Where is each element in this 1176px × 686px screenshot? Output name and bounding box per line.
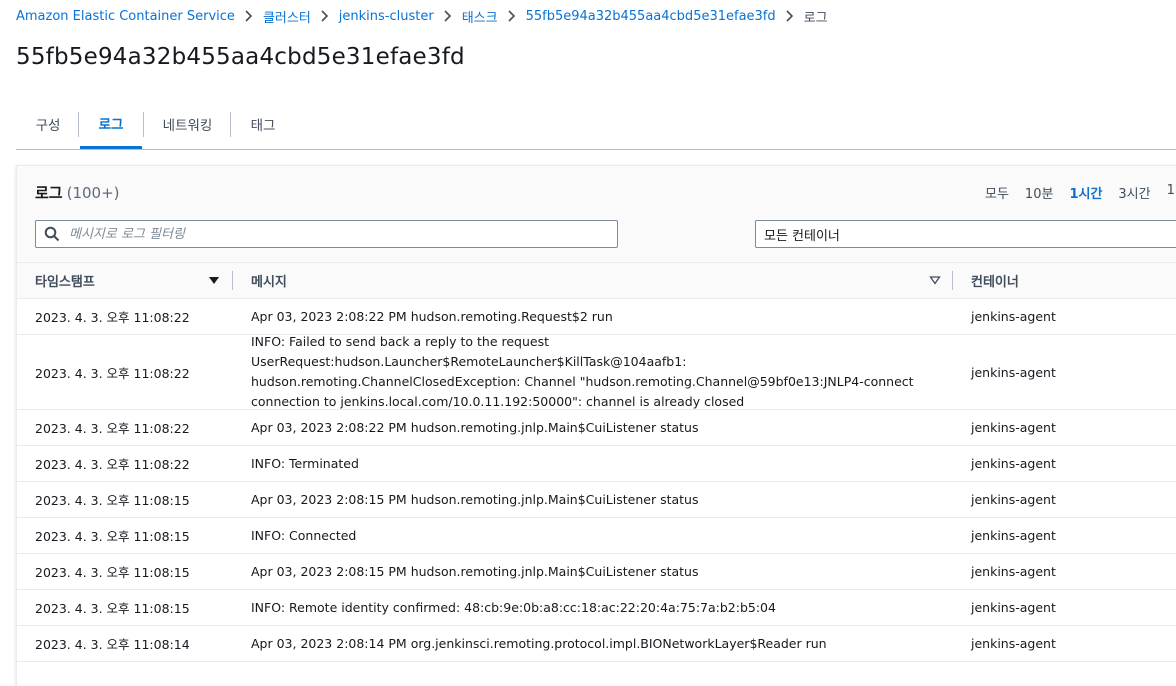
log-table-body: 2023. 4. 3. 오후 11:08:22 Apr 03, 2023 2:0… xyxy=(17,299,1176,662)
logs-title: 로그 (100+) xyxy=(35,182,120,203)
message-cell: Apr 03, 2023 2:08:15 PM hudson.remoting.… xyxy=(251,563,699,579)
message-cell: INFO: Terminated xyxy=(251,455,359,471)
timestamp-cell: 2023. 4. 3. 오후 11:08:15 xyxy=(35,565,190,580)
page-title: 55fb5e94a32b455aa4cbd5e31efae3fd xyxy=(16,44,465,70)
container-cell: jenkins-agent xyxy=(971,564,1056,579)
logs-panel-header: 로그(100+) 모두 10분 1시간 3시간 1 모든 컨테이너 xyxy=(17,166,1176,263)
column-header-container[interactable]: 컨테이너 xyxy=(971,263,1019,298)
tab-configuration[interactable]: 구성 xyxy=(34,100,62,148)
timestamp-cell: 2023. 4. 3. 오후 11:08:22 xyxy=(35,421,190,436)
container-cell: jenkins-agent xyxy=(971,420,1056,435)
tab-divider xyxy=(230,112,231,137)
container-select[interactable]: 모든 컨테이너 xyxy=(755,220,1176,248)
sort-descending-icon[interactable] xyxy=(208,274,220,286)
timestamp-cell: 2023. 4. 3. 오후 11:08:15 xyxy=(35,493,190,508)
container-cell: jenkins-agent xyxy=(971,636,1056,651)
search-icon xyxy=(44,226,60,242)
chevron-right-icon xyxy=(444,10,451,22)
table-row[interactable]: 2023. 4. 3. 오후 11:08:15 INFO: Connected … xyxy=(17,518,1176,554)
time-range-10m[interactable]: 10분 xyxy=(1025,183,1054,202)
container-cell: jenkins-agent xyxy=(971,309,1056,324)
chevron-right-icon xyxy=(321,10,328,22)
table-row[interactable]: 2023. 4. 3. 오후 11:08:15 INFO: Remote ide… xyxy=(17,590,1176,626)
column-header-timestamp[interactable]: 타임스탬프 xyxy=(35,263,95,298)
timestamp-cell: 2023. 4. 3. 오후 11:08:22 xyxy=(35,365,190,381)
table-row[interactable]: 2023. 4. 3. 오후 11:08:22 Apr 03, 2023 2:0… xyxy=(17,299,1176,335)
container-cell: jenkins-agent xyxy=(971,492,1056,507)
column-divider[interactable] xyxy=(952,271,953,290)
container-select-value: 모든 컨테이너 xyxy=(764,228,840,244)
timestamp-cell: 2023. 4. 3. 오후 11:08:15 xyxy=(35,601,190,616)
container-cell: jenkins-agent xyxy=(971,456,1056,471)
container-cell: jenkins-agent xyxy=(971,364,1056,380)
column-header-message[interactable]: 메시지 xyxy=(251,263,287,298)
breadcrumb-clusters[interactable]: 클러스터 xyxy=(263,7,311,26)
table-row[interactable]: 2023. 4. 3. 오후 11:08:14 Apr 03, 2023 2:0… xyxy=(17,626,1176,662)
breadcrumb-ecs[interactable]: Amazon Elastic Container Service xyxy=(16,9,235,24)
table-row[interactable]: 2023. 4. 3. 오후 11:08:15 Apr 03, 2023 2:0… xyxy=(17,482,1176,518)
tab-divider xyxy=(143,112,144,137)
logs-title-text: 로그 xyxy=(35,184,63,202)
logs-count: (100+) xyxy=(66,184,120,202)
timestamp-cell: 2023. 4. 3. 오후 11:08:22 xyxy=(35,457,190,472)
time-range-more[interactable]: 1 xyxy=(1167,183,1175,202)
breadcrumb-current: 로그 xyxy=(803,10,828,26)
chevron-right-icon xyxy=(786,10,793,22)
table-row[interactable]: 2023. 4. 3. 오후 11:08:22 INFO: Failed to … xyxy=(17,334,1176,410)
tab-tags[interactable]: 태그 xyxy=(249,100,277,148)
tab-networking[interactable]: 네트워킹 xyxy=(160,100,215,148)
message-cell: Apr 03, 2023 2:08:15 PM hudson.remoting.… xyxy=(251,491,699,507)
breadcrumb-tasks[interactable]: 태스크 xyxy=(462,7,498,26)
breadcrumb-task-id[interactable]: 55fb5e94a32b455aa4cbd5e31efae3fd xyxy=(526,9,776,24)
breadcrumb-cluster[interactable]: jenkins-cluster xyxy=(339,9,434,24)
sort-icon[interactable] xyxy=(929,274,941,286)
tab-divider xyxy=(78,112,79,137)
tab-bar: 구성 로그 네트워킹 태그 xyxy=(16,100,1176,150)
container-cell: jenkins-agent xyxy=(971,528,1056,543)
table-header: 타임스탬프 메시지 컨테이너 xyxy=(17,263,1176,299)
search-input[interactable] xyxy=(67,225,591,243)
message-cell: INFO: Connected xyxy=(251,527,357,543)
timestamp-cell: 2023. 4. 3. 오후 11:08:22 xyxy=(35,310,190,325)
column-divider[interactable] xyxy=(232,271,233,290)
chevron-right-icon xyxy=(508,10,515,22)
log-filter-search xyxy=(35,220,618,248)
message-cell: Apr 03, 2023 2:08:22 PM hudson.remoting.… xyxy=(251,419,699,435)
time-range-3h[interactable]: 3시간 xyxy=(1118,183,1150,202)
message-cell: INFO: Remote identity confirmed: 48:cb:9… xyxy=(251,599,776,615)
time-range-all[interactable]: 모두 xyxy=(985,183,1009,202)
timestamp-cell: 2023. 4. 3. 오후 11:08:15 xyxy=(35,529,190,544)
timestamp-cell: 2023. 4. 3. 오후 11:08:14 xyxy=(35,637,190,652)
table-row[interactable]: 2023. 4. 3. 오후 11:08:15 Apr 03, 2023 2:0… xyxy=(17,554,1176,590)
message-cell: INFO: Failed to send back a reply to the… xyxy=(251,334,914,409)
message-cell: Apr 03, 2023 2:08:22 PM hudson.remoting.… xyxy=(251,308,613,324)
table-row[interactable]: 2023. 4. 3. 오후 11:08:22 INFO: Terminated… xyxy=(17,446,1176,482)
container-cell: jenkins-agent xyxy=(971,600,1056,615)
chevron-right-icon xyxy=(245,10,253,22)
logs-panel: 로그(100+) 모두 10분 1시간 3시간 1 모든 컨테이너 타임스탬프 … xyxy=(16,165,1176,686)
tab-logs[interactable]: 로그 xyxy=(80,100,142,149)
time-range-selector: 모두 10분 1시간 3시간 1 xyxy=(985,183,1176,202)
breadcrumb: Amazon Elastic Container Service 클러스터 je… xyxy=(16,6,828,26)
table-row[interactable]: 2023. 4. 3. 오후 11:08:22 Apr 03, 2023 2:0… xyxy=(17,410,1176,446)
time-range-1h[interactable]: 1시간 xyxy=(1069,183,1102,202)
message-cell: Apr 03, 2023 2:08:14 PM org.jenkinsci.re… xyxy=(251,635,827,651)
